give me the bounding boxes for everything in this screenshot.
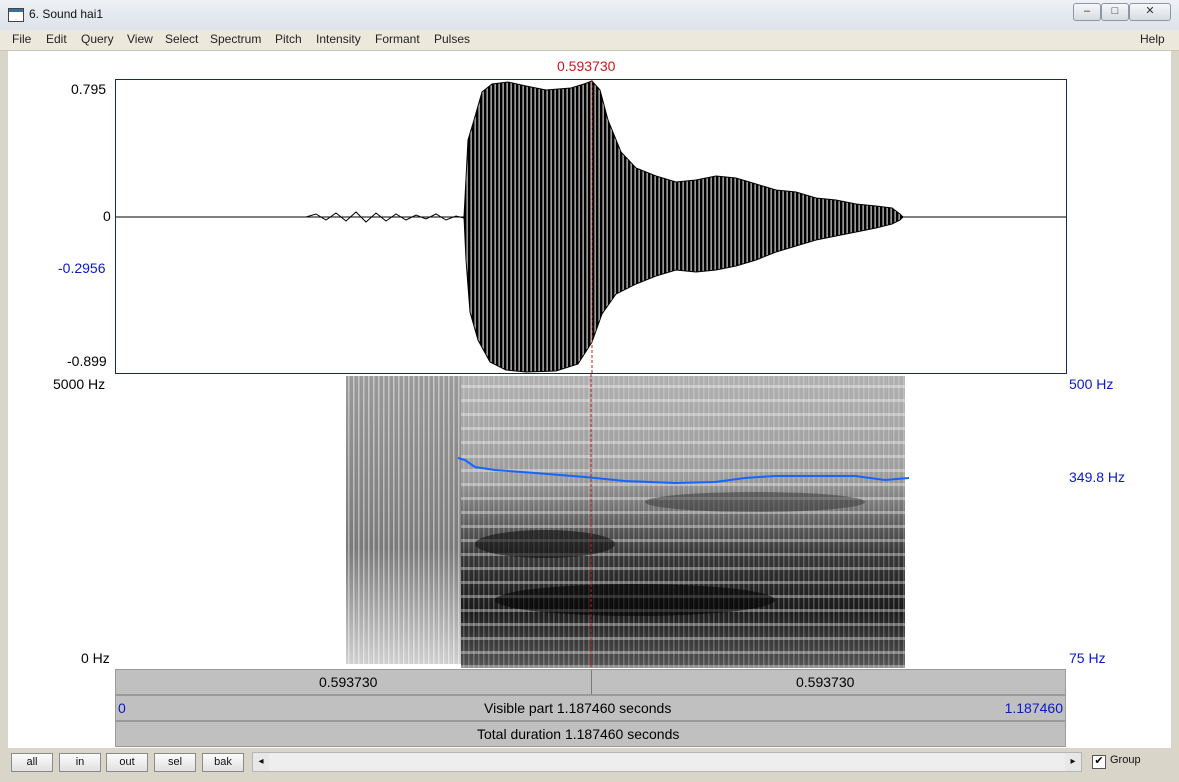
menu-query[interactable]: Query [81, 32, 114, 46]
menu-file[interactable]: File [12, 32, 31, 46]
visible-start-time: 0 [118, 700, 126, 716]
pitch-value-label: 349.8 Hz [1069, 469, 1126, 485]
visible-part-bar[interactable]: 0 Visible part 1.187460 seconds 1.187460 [115, 695, 1066, 721]
total-duration-bar[interactable]: Total duration 1.187460 seconds [115, 721, 1066, 747]
cursor-time-label: 0.593730 [557, 58, 616, 74]
waveform-panel[interactable] [115, 79, 1067, 374]
horizontal-scrollbar[interactable]: ◂ ▸ [252, 752, 1082, 772]
total-duration-label: Total duration 1.187460 seconds [477, 726, 680, 742]
sound-editor-window: 6. Sound hai1 – □ ✕ File Edit Query View… [0, 0, 1179, 782]
menu-help[interactable]: Help [1140, 32, 1165, 46]
spectrogram-graphic [346, 374, 910, 669]
visible-part-label: Visible part 1.187460 seconds [484, 700, 672, 716]
group-checkbox-label: Group [1110, 754, 1141, 766]
zoom-all-button[interactable]: all [11, 753, 53, 772]
waveform-graphic [116, 80, 1066, 373]
menu-view[interactable]: View [127, 32, 153, 46]
cursor-divider [591, 670, 592, 694]
cursor-right-time: 0.593730 [796, 674, 855, 690]
window-app-icon [8, 8, 24, 22]
minimize-button[interactable]: – [1073, 3, 1101, 21]
menu-spectrum[interactable]: Spectrum [210, 32, 261, 46]
menu-edit[interactable]: Edit [46, 32, 67, 46]
editor-content: 0.593730 0.795 0 -0.2956 -0.899 5000 Hz … [8, 51, 1171, 748]
waveform-y-cursor: -0.2956 [58, 260, 106, 276]
title-bar: 6. Sound hai1 – □ ✕ [0, 0, 1179, 31]
menu-select[interactable]: Select [165, 32, 198, 46]
window-title: 6. Sound hai1 [29, 7, 104, 21]
close-button[interactable]: ✕ [1129, 3, 1171, 21]
menu-intensity[interactable]: Intensity [316, 32, 361, 46]
zoom-out-button[interactable]: out [106, 753, 148, 772]
pitch-axis-top: 500 Hz [1069, 376, 1114, 392]
zoom-in-button[interactable]: in [59, 753, 101, 772]
zoom-back-button[interactable]: bak [202, 753, 244, 772]
group-checkbox[interactable]: ✔ [1092, 755, 1106, 769]
spectrogram-panel[interactable] [115, 374, 1067, 669]
waveform-y-max: 0.795 [71, 81, 107, 97]
zoom-sel-button[interactable]: sel [154, 753, 196, 772]
cursor-time-bar[interactable]: 0.593730 0.593730 [115, 669, 1066, 695]
bottom-toolbar: all in out sel bak ◂ ▸ ✔ Group [0, 748, 1179, 782]
cursor-left-time: 0.593730 [319, 674, 378, 690]
spectrogram-freq-top: 5000 Hz [53, 376, 106, 392]
waveform-y-min: -0.899 [67, 353, 107, 369]
waveform-y-zero: 0 [103, 208, 111, 224]
menu-pitch[interactable]: Pitch [275, 32, 302, 46]
menu-bar: File Edit Query View Select Spectrum Pit… [0, 30, 1179, 51]
spectrogram-freq-bottom: 0 Hz [81, 650, 110, 666]
scroll-right-arrow-icon[interactable]: ▸ [1065, 753, 1081, 771]
waveform-envelope [463, 80, 904, 373]
menu-formant[interactable]: Formant [375, 32, 420, 46]
maximize-button[interactable]: □ [1101, 3, 1129, 21]
visible-end-time: 1.187460 [1004, 700, 1063, 716]
menu-pulses[interactable]: Pulses [434, 32, 470, 46]
pitch-axis-bottom: 75 Hz [1069, 650, 1106, 666]
scroll-left-arrow-icon[interactable]: ◂ [253, 753, 269, 771]
